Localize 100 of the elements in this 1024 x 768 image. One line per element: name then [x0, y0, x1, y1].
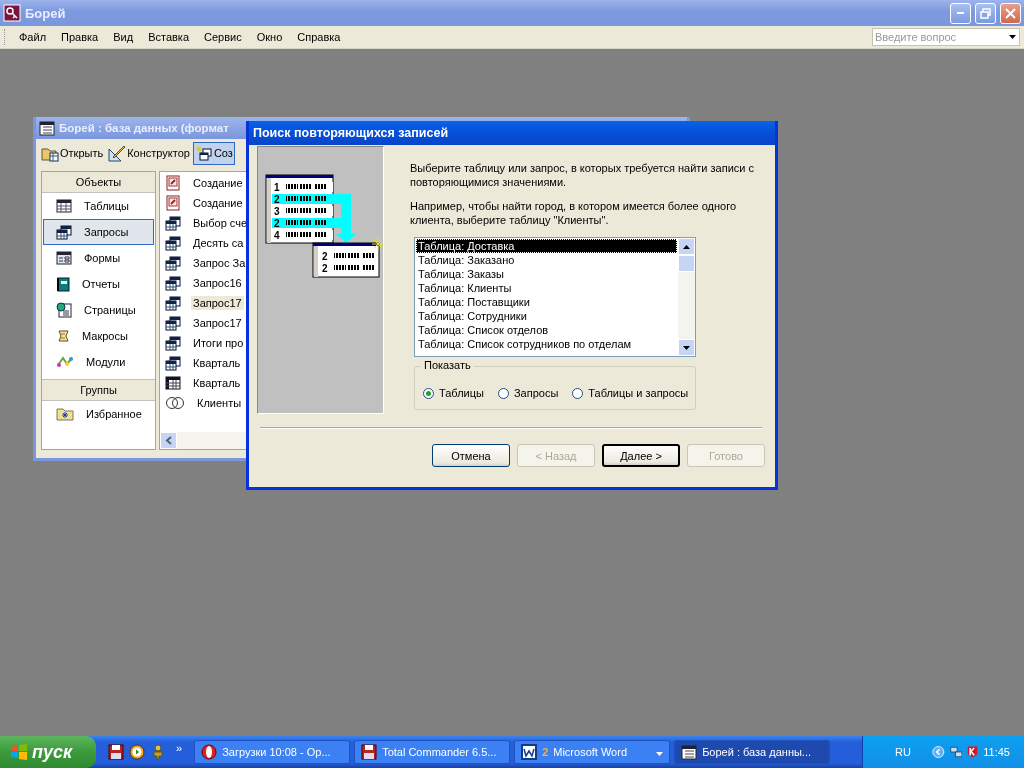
- list-item[interactable]: Таблица: Сотрудники: [416, 309, 677, 323]
- list-item[interactable]: Таблица: Клиенты: [416, 281, 677, 295]
- list-item[interactable]: Запрос17: [191, 296, 244, 310]
- dialog-button[interactable]: Далее >: [602, 444, 680, 467]
- list-item[interactable]: Запрос За: [191, 256, 248, 270]
- more-chevron[interactable]: »: [176, 742, 183, 754]
- dropdown-arrow-icon: [656, 752, 664, 756]
- grid-icon: [165, 376, 181, 390]
- list-item[interactable]: Создание: [191, 196, 245, 210]
- menu-item[interactable]: Файл: [13, 29, 53, 45]
- list-item[interactable]: Запрос17: [191, 316, 244, 330]
- list-item[interactable]: Итоги про: [191, 336, 246, 350]
- menu-item[interactable]: Вид: [107, 29, 140, 45]
- query-icon: [165, 275, 181, 291]
- minimize-button[interactable]: [950, 2, 971, 24]
- object-type-item[interactable]: Таблицы: [43, 193, 154, 219]
- taskbar-button[interactable]: Загрузки 10:08 - Ор...: [194, 740, 351, 764]
- menu-item[interactable]: Справка: [291, 29, 347, 45]
- table-list[interactable]: Таблица: Доставка Таблица: Заказано Таблица: Заказы Таблица: Клиенты Таблица: Поставщики Таблица: Сотрудники Таблица: Список отделов Таблица: Список сотрудников по отделам: [414, 237, 696, 357]
- windows-flag-icon: [10, 744, 28, 760]
- restore-button[interactable]: [975, 2, 996, 24]
- form-icon: [56, 251, 72, 265]
- list-item[interactable]: Таблица: Поставщики: [416, 295, 677, 309]
- query-icon: [56, 224, 72, 240]
- group-title: Показать: [421, 359, 474, 371]
- object-type-item[interactable]: Формы: [43, 245, 154, 271]
- k-shield-icon: [967, 744, 979, 760]
- section-header: Группы: [42, 379, 155, 401]
- query-icon: [165, 335, 181, 351]
- list-item[interactable]: Таблица: Заказано: [416, 253, 677, 267]
- window-title: Борей: [25, 5, 67, 21]
- menu-item[interactable]: Окно: [250, 29, 289, 45]
- list-item[interactable]: Десять са: [191, 236, 246, 250]
- module-icon: [56, 355, 74, 369]
- list-item[interactable]: Кварталь: [191, 356, 243, 370]
- taskbar-button[interactable]: Total Commander 6.5...: [354, 740, 511, 764]
- radio-button[interactable]: Таблицы: [423, 387, 484, 399]
- database-window-icon: [39, 120, 55, 136]
- toolbar-button[interactable]: Соз: [192, 141, 235, 165]
- document-icon: [165, 175, 181, 191]
- menu-item[interactable]: Вставка: [142, 29, 195, 45]
- taskbar-button[interactable]: Борей : база данны...: [674, 740, 831, 764]
- row-number: 2: [322, 251, 328, 262]
- document-icon: [165, 195, 181, 211]
- object-type-item[interactable]: Макросы: [43, 323, 154, 349]
- toolbar-grip: [4, 29, 7, 45]
- close-icon: [1005, 7, 1016, 19]
- minimize-icon: [957, 12, 964, 14]
- database-window-icon: [681, 744, 698, 760]
- vertical-scrollbar[interactable]: [678, 238, 695, 356]
- row-number: 3: [274, 206, 280, 217]
- clock: 11:45: [983, 746, 1010, 758]
- list-item[interactable]: Выбор сче: [191, 216, 250, 230]
- folder-icon: [56, 407, 74, 421]
- figure-icon: [150, 744, 166, 760]
- list-item[interactable]: Таблица: Список сотрудников по отделам: [416, 337, 677, 351]
- object-type-item[interactable]: Избранное: [43, 401, 154, 427]
- toolbar-button[interactable]: Конструктор: [106, 141, 192, 165]
- list-item[interactable]: Кварталь: [191, 376, 243, 390]
- report-icon: [56, 276, 70, 292]
- row-number: 1: [274, 182, 280, 193]
- list-item[interactable]: Создание: [191, 176, 245, 190]
- network-icon: [949, 744, 963, 760]
- menu-item[interactable]: Сервис: [198, 29, 248, 45]
- list-item[interactable]: Запрос16: [191, 276, 244, 290]
- taskbar-button[interactable]: 2 Microsoft Word: [514, 740, 671, 764]
- close-button[interactable]: [1000, 2, 1021, 24]
- object-type-item[interactable]: Страницы: [43, 297, 154, 323]
- up-arrow-icon: [682, 243, 691, 250]
- ruler-pencil-icon: [108, 144, 127, 162]
- scroll-icon: [56, 329, 70, 343]
- menu-item[interactable]: Правка: [55, 29, 105, 45]
- list-item[interactable]: Клиенты: [195, 396, 244, 410]
- query-icon: [165, 235, 181, 251]
- query-icon: [165, 355, 181, 371]
- row-number: 2: [274, 194, 280, 205]
- window-title: Борей : база данных (формат: [59, 122, 229, 134]
- scroll-thumb[interactable]: [678, 255, 695, 272]
- start-button[interactable]: пуск: [0, 736, 96, 768]
- query-icon: [165, 315, 181, 331]
- radio-button[interactable]: Таблицы и запросы: [572, 387, 689, 399]
- toolbar-button[interactable]: Открыть: [39, 141, 106, 165]
- table-icon: [56, 199, 72, 213]
- instruction-text: Например, чтобы найти город, в котором имеется более одного клиента, выберите таблицу "Клиенты".: [410, 199, 738, 227]
- list-item[interactable]: Таблица: Заказы: [416, 267, 677, 281]
- object-type-item[interactable]: Модули: [43, 349, 154, 375]
- instruction-text: Выберите таблицу или запрос, в которых требуется найти записи с повторяющимися значениями.: [410, 161, 755, 189]
- globe-icon: [201, 744, 218, 760]
- dialog-title: Поиск повторяющихся записей: [253, 126, 449, 140]
- query-icon: [165, 255, 181, 271]
- object-type-item[interactable]: Отчеты: [43, 271, 154, 297]
- restore-icon: [980, 7, 991, 19]
- dialog-button[interactable]: Отмена: [432, 444, 510, 467]
- new-query-icon: [194, 144, 213, 162]
- list-item[interactable]: Таблица: Список отделов: [416, 323, 677, 337]
- radio-button[interactable]: Запросы: [497, 387, 559, 399]
- row-number: 2: [322, 263, 328, 274]
- list-item[interactable]: Таблица: Доставка: [416, 239, 677, 253]
- page-icon: [56, 302, 72, 318]
- object-type-item[interactable]: Запросы: [43, 219, 154, 245]
